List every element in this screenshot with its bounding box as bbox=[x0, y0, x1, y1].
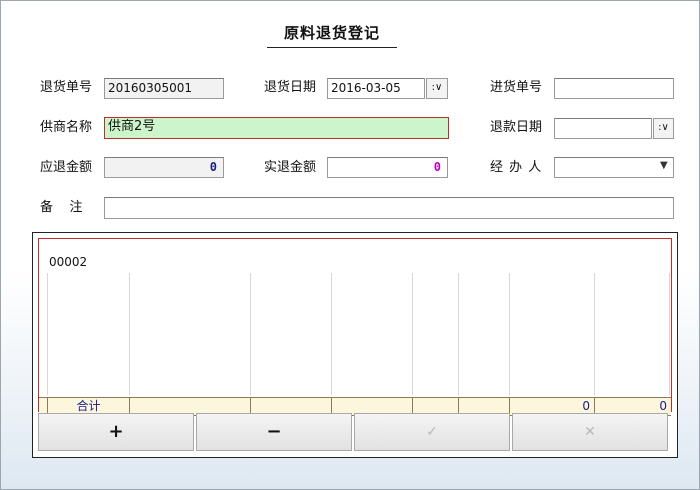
remark-label: 备 注 bbox=[40, 200, 83, 215]
remark-field[interactable] bbox=[104, 197, 674, 219]
actual-amount-field[interactable]: 0 bbox=[327, 157, 448, 178]
grid-divider bbox=[594, 273, 595, 395]
grid-divider bbox=[129, 273, 130, 395]
grid-divider bbox=[250, 273, 251, 395]
detail-grid[interactable]: 00002 合计 0 0 + − ✓ ✕ bbox=[32, 232, 678, 458]
payable-amount-field: 0 bbox=[104, 157, 224, 178]
confirm-button[interactable]: ✓ bbox=[354, 413, 510, 451]
return-date-field[interactable]: 2016-03-05 bbox=[327, 78, 425, 99]
refund-date-field[interactable] bbox=[554, 118, 652, 139]
handler-select[interactable] bbox=[554, 157, 674, 178]
grid-divider bbox=[669, 273, 670, 395]
grid-divider bbox=[458, 273, 459, 395]
cancel-button[interactable]: ✕ bbox=[512, 413, 668, 451]
return-date-dropdown-icon[interactable]: :∨ bbox=[426, 78, 448, 99]
return-no-label: 退货单号 bbox=[40, 80, 93, 95]
purchase-no-label: 进货单号 bbox=[490, 80, 543, 95]
grid-body[interactable]: 00002 合计 0 0 bbox=[38, 238, 672, 416]
remove-row-button[interactable]: − bbox=[196, 413, 352, 451]
supplier-label: 供商名称 bbox=[40, 120, 93, 135]
grid-divider bbox=[412, 273, 413, 395]
handler-label: 经 办 人 bbox=[490, 160, 543, 175]
add-row-button[interactable]: + bbox=[38, 413, 194, 451]
purchase-no-field[interactable] bbox=[554, 78, 674, 99]
supplier-field[interactable]: 供商2号 bbox=[104, 117, 449, 139]
grid-divider bbox=[47, 273, 48, 395]
page-title: 原料退货登记 bbox=[267, 22, 397, 48]
chevron-down-icon[interactable]: ▼ bbox=[660, 160, 668, 171]
actual-label: 实退金额 bbox=[264, 160, 317, 175]
return-date-label: 退货日期 bbox=[264, 80, 317, 95]
return-no-field[interactable]: 20160305001 bbox=[104, 78, 224, 99]
payable-label: 应退金额 bbox=[40, 160, 93, 175]
refund-date-dropdown-icon[interactable]: :∨ bbox=[653, 118, 674, 139]
grid-divider bbox=[509, 273, 510, 395]
refund-date-label: 退款日期 bbox=[490, 120, 543, 135]
grid-row-code[interactable]: 00002 bbox=[49, 255, 87, 269]
grid-divider bbox=[331, 273, 332, 395]
